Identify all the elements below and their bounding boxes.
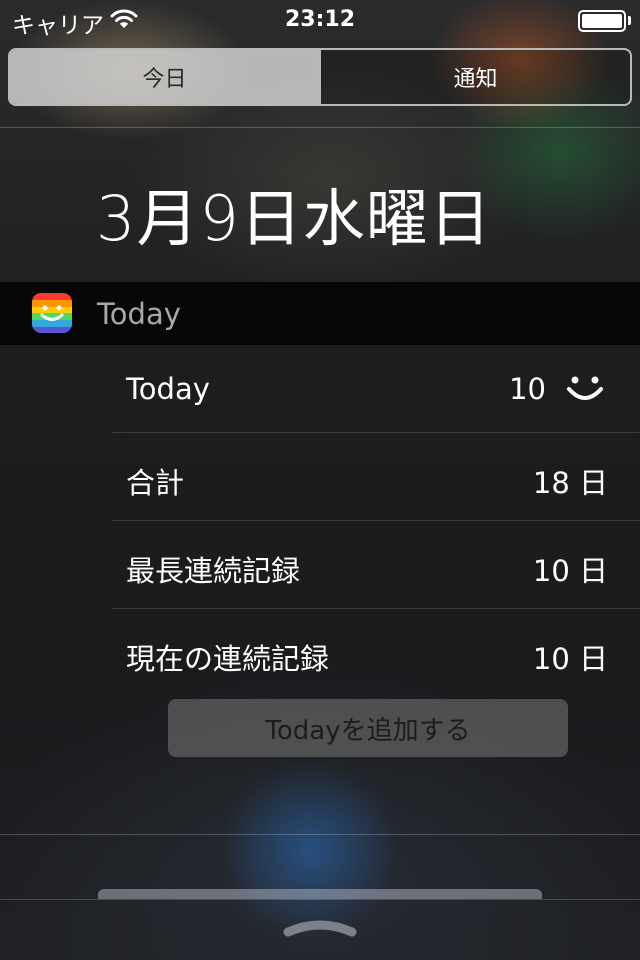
- smile-icon: [567, 376, 603, 400]
- stat-row-current-streak: 現在の連続記録 10 日: [112, 609, 640, 697]
- stat-row-longest-streak: 最長連続記録 10 日: [112, 521, 640, 609]
- segmented-control: 今日 通知: [8, 48, 632, 106]
- widget-app-name: Today: [97, 297, 181, 331]
- app-icon: [32, 293, 72, 333]
- stat-row-total: 合計 18 日: [112, 433, 640, 521]
- widget-stats-list: Today 10 合計 18 日 最長連続記録 10 日 現在の連続記録 10 …: [112, 345, 640, 697]
- stat-label: 現在の連続記録: [126, 642, 330, 676]
- stat-value: 10 日: [532, 554, 608, 588]
- battery-tip: [628, 16, 631, 25]
- stat-label: 合計: [126, 466, 185, 500]
- stat-value: 10 日: [532, 642, 608, 676]
- tab-today[interactable]: 今日: [10, 50, 319, 104]
- stat-label: Today: [126, 372, 210, 406]
- header-divider: [0, 127, 640, 128]
- battery-icon: [578, 10, 626, 32]
- edit-button-bar[interactable]: [98, 889, 542, 899]
- footer-divider: [0, 834, 640, 835]
- chevron-up-icon[interactable]: [282, 916, 358, 938]
- tab-notifications[interactable]: 通知: [319, 50, 630, 104]
- widget-header[interactable]: Today: [0, 282, 640, 345]
- add-today-button[interactable]: Todayを追加する: [168, 699, 568, 757]
- stat-value: 18 日: [532, 466, 608, 500]
- date-header: 3月9日水曜日: [96, 182, 492, 255]
- stat-row-today: Today 10: [112, 345, 640, 433]
- status-bar: キャリア 23:12: [0, 0, 640, 40]
- status-time: 23:12: [284, 7, 356, 32]
- stat-label: 最長連続記録: [126, 554, 301, 588]
- stat-value: 10: [509, 372, 546, 406]
- grabber-divider: [0, 899, 640, 900]
